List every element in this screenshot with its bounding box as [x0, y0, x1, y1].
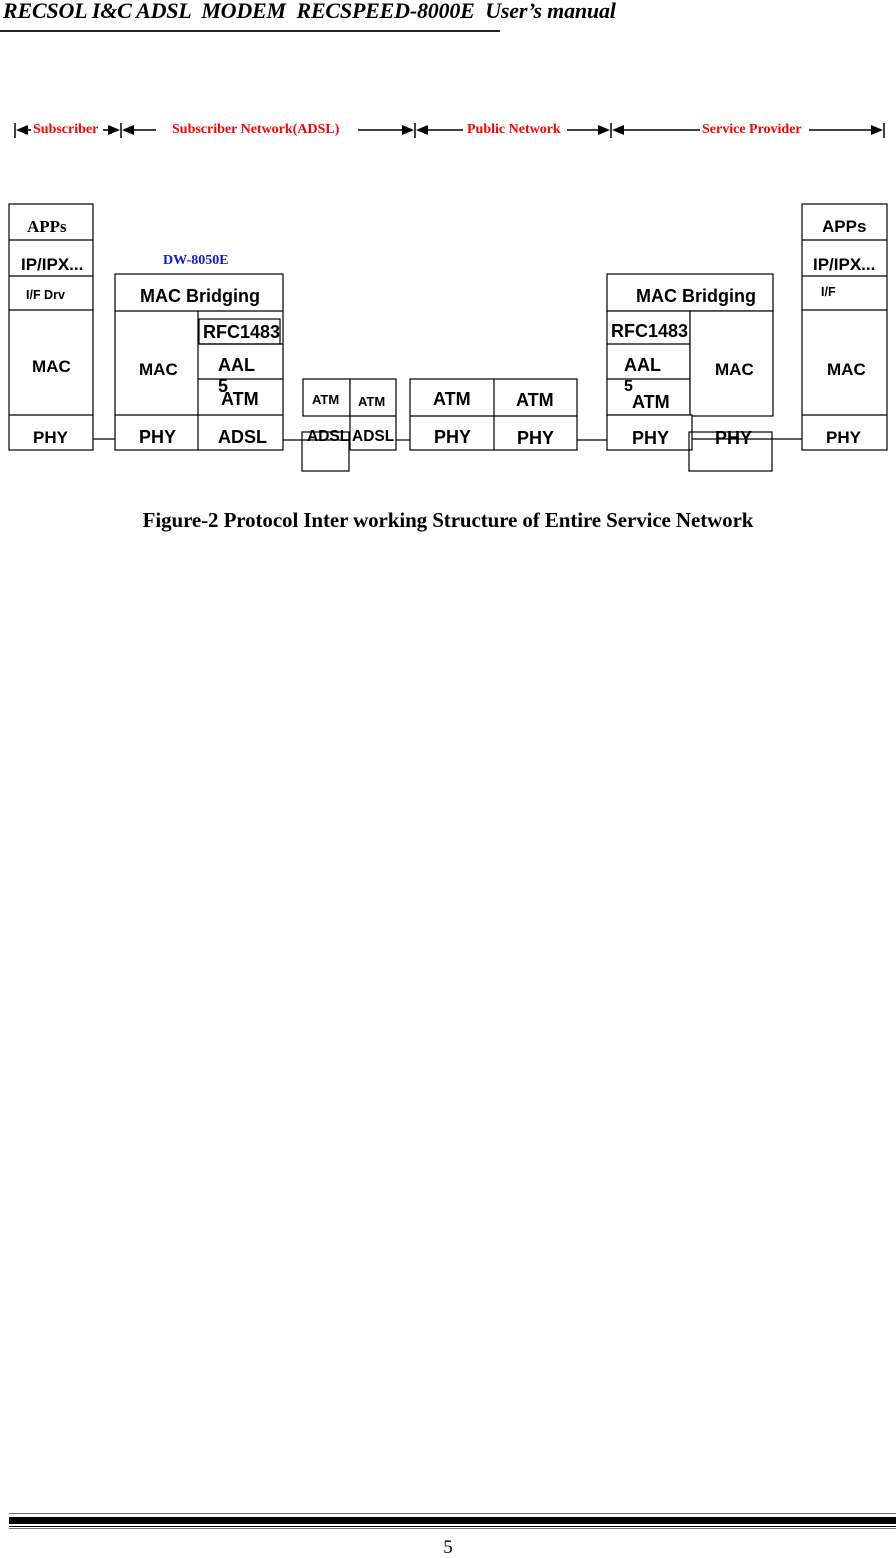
layer-atm-right: ATM: [516, 390, 554, 410]
layer-phy-right: PHY: [517, 428, 554, 448]
layer-mac: MAC: [827, 360, 866, 379]
provider-host-stack: APPs IP/IPX... I/F MAC PHY: [801, 203, 888, 451]
layer-atm-left: ATM: [433, 389, 471, 409]
layer-if: I/F: [821, 285, 836, 299]
host-stack-frame: [801, 203, 888, 451]
footer-rule-thin: [9, 1528, 896, 1529]
layer-phy-left: PHY: [632, 428, 669, 448]
layer-adsl: ADSL: [218, 427, 267, 447]
footer-rule-thick: [9, 1517, 896, 1524]
layer-mac-bridging: MAC Bridging: [636, 286, 756, 306]
protocol-interworking-diagram: Subscriber Subscriber Network(ADSL) Publ…: [8, 122, 888, 472]
layer-phy: PHY: [33, 428, 69, 447]
host-stack-frame: [8, 203, 94, 451]
page-number: 5: [443, 1537, 453, 1558]
domain-label-service-provider: Service Provider: [702, 122, 802, 137]
layer-atm-left: ATM: [312, 392, 339, 407]
layer-apps: APPs: [822, 217, 866, 236]
domain-label-subscriber: Subscriber: [33, 122, 98, 137]
layer-adsl-left: ADSL: [307, 428, 349, 445]
layer-phy-left: PHY: [434, 427, 471, 447]
arrowhead-left-icon: [16, 125, 28, 135]
figure-caption: Figure-2 Protocol Inter working Structur…: [142, 508, 754, 532]
arrowhead-left-icon: [612, 125, 624, 135]
layer-atm: ATM: [221, 389, 259, 409]
layer-ip: IP/IPX...: [813, 255, 875, 274]
arrowhead-right-icon: [871, 125, 883, 135]
domain-label-public-network: Public Network: [467, 122, 561, 137]
layer-ip: IP/IPX...: [21, 255, 83, 274]
layer-atm: ATM: [632, 392, 670, 412]
footer-rules: [9, 1513, 896, 1530]
atm-switch-stack: ATM ATM PHY PHY: [409, 378, 578, 451]
domain-arrows: Subscriber Subscriber Network(ADSL) Publ…: [14, 122, 885, 138]
layer-phy-right: PHY: [715, 428, 752, 448]
layer-apps: APPs: [27, 217, 67, 236]
layer-aal: AAL: [624, 355, 661, 375]
domain-label-subscriber-network: Subscriber Network(ADSL): [172, 122, 340, 137]
dslam-stack: ATM ATM ADSL ADSL: [301, 378, 397, 472]
layer-mac: MAC: [32, 357, 71, 376]
layer-rfc1483: RFC1483: [203, 322, 280, 342]
arrowhead-left-icon: [416, 125, 428, 135]
layer-aal: AAL: [218, 355, 255, 375]
subscriber-host-stack: APPs IP/IPX... I/F Drv MAC PHY: [8, 203, 94, 451]
layer-adsl-right: ADSL: [352, 428, 394, 445]
arrowhead-left-icon: [122, 125, 134, 135]
device-label: DW-8050E: [163, 253, 229, 268]
provider-router-stack: MAC Bridging RFC1483 AAL 5 ATM MAC PHY P…: [606, 273, 802, 472]
layer-if-driver: I/F Drv: [26, 288, 65, 302]
layer-phy: PHY: [139, 427, 176, 447]
arrowhead-right-icon: [598, 125, 610, 135]
layer-mac: MAC: [715, 360, 754, 379]
layer-mac: MAC: [139, 360, 178, 379]
layer-phy: PHY: [826, 428, 862, 447]
arrowhead-right-icon: [108, 125, 120, 135]
footer-rule-thin: [9, 1513, 896, 1514]
layer-atm-right: ATM: [358, 394, 385, 409]
layer-rfc1483: RFC1483: [611, 321, 688, 341]
modem-stack: MAC Bridging MAC RFC1483 AAL 5 ATM PHY A…: [114, 273, 284, 451]
arrowhead-right-icon: [402, 125, 414, 135]
layer-mac-bridging: MAC Bridging: [140, 286, 260, 306]
footer-rule-thin: [9, 1526, 896, 1527]
